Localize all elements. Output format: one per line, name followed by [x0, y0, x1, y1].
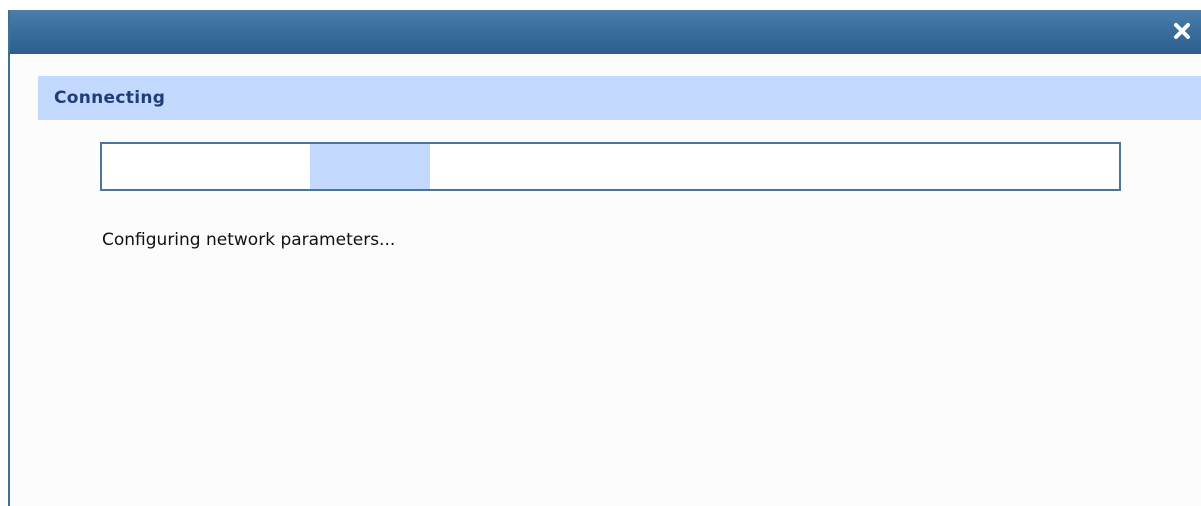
status-message: Configuring network parameters... — [102, 230, 396, 250]
dialog-titlebar — [10, 10, 1201, 54]
connecting-dialog: Connecting Configuring network parameter… — [8, 10, 1201, 506]
close-icon[interactable] — [1173, 21, 1191, 41]
progress-bar-chunk — [310, 144, 430, 189]
progress-bar — [100, 142, 1121, 191]
section-header: Connecting — [38, 76, 1201, 120]
section-title: Connecting — [54, 88, 166, 108]
